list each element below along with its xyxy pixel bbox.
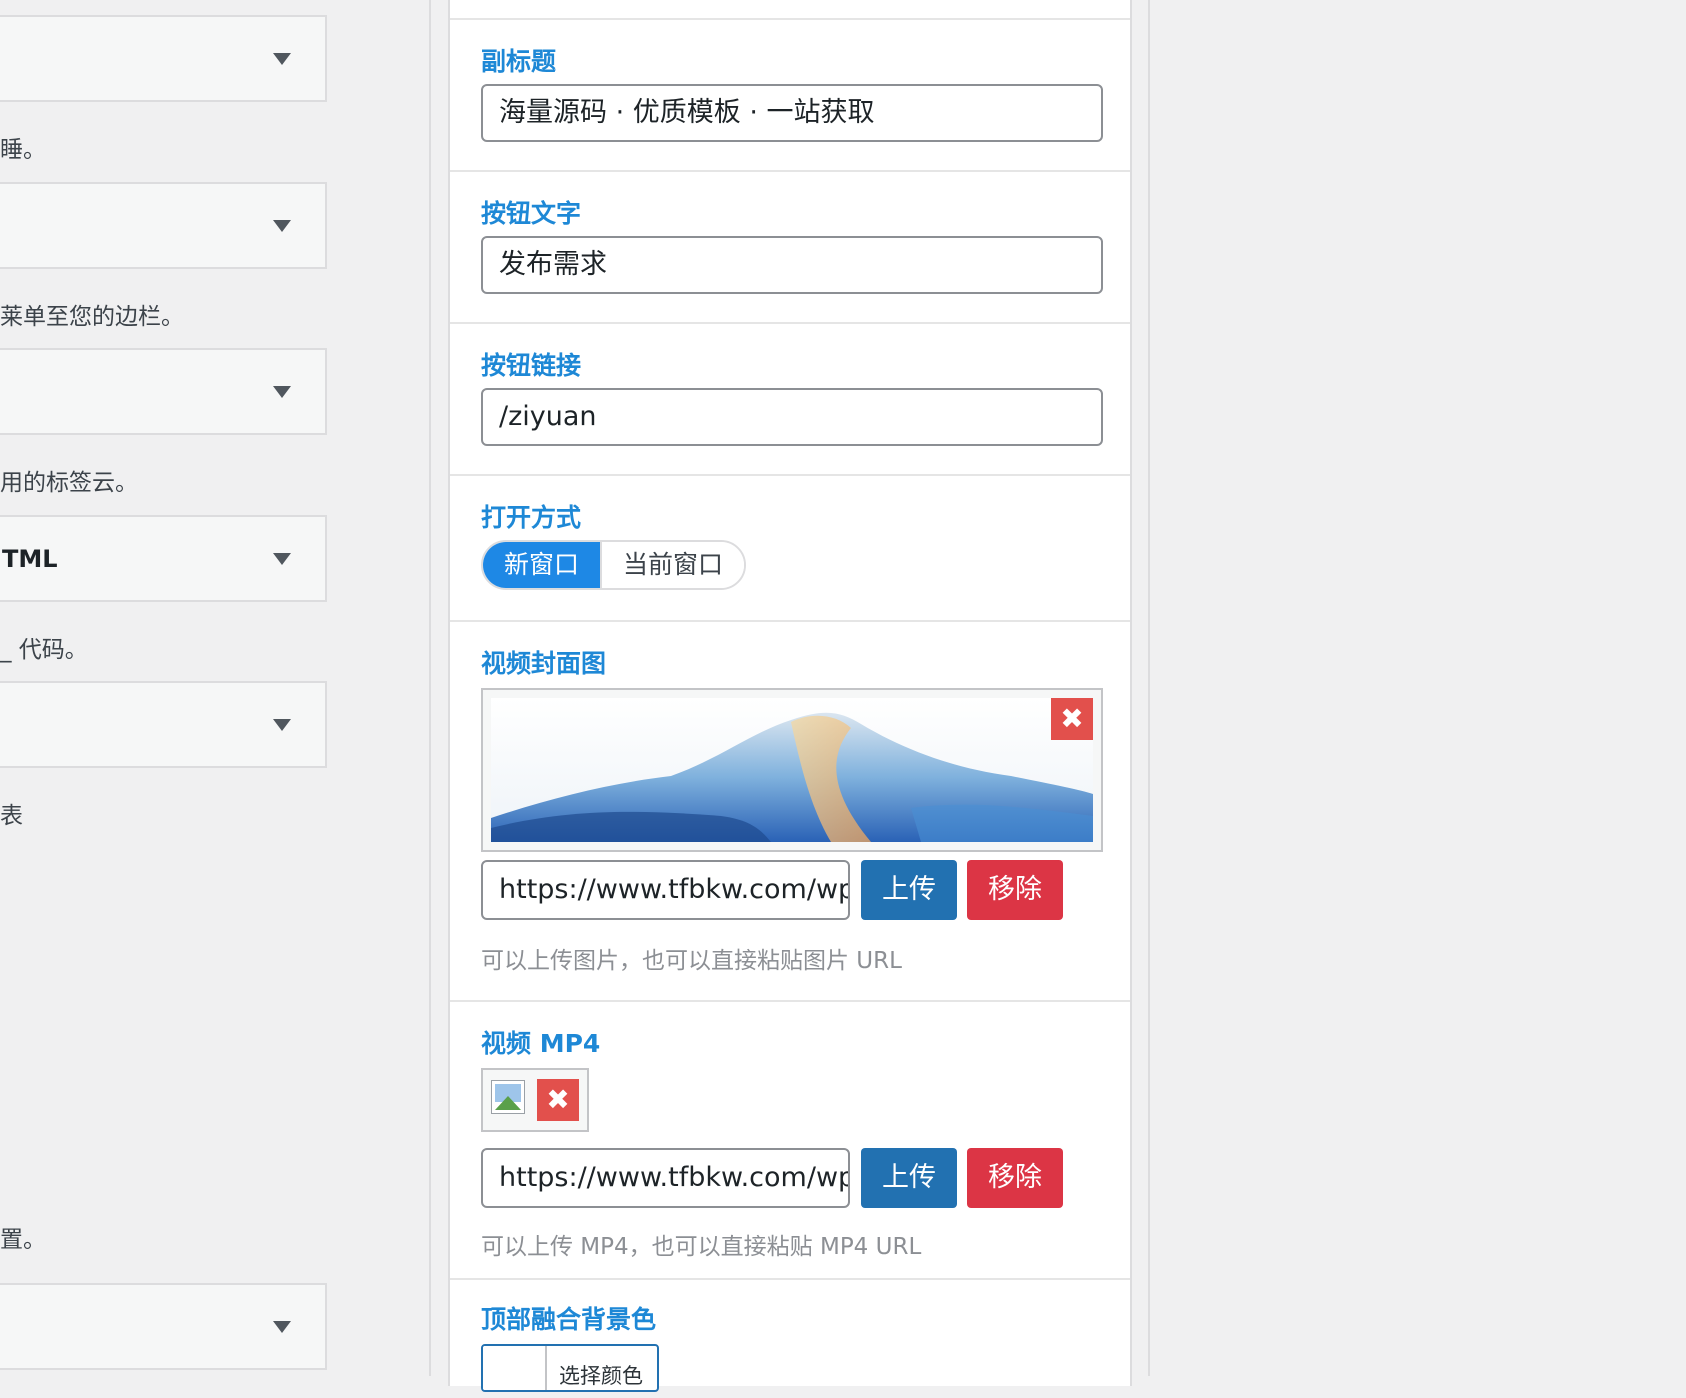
column-divider xyxy=(1148,0,1150,1376)
mountain-artwork xyxy=(491,698,1093,842)
widget-item[interactable] xyxy=(0,1283,327,1370)
field-label: 视频 MP4 xyxy=(481,1029,601,1058)
mp4-preview: ✖ xyxy=(481,1068,589,1132)
field-label: 视频封面图 xyxy=(481,649,607,678)
widget-description: 表 xyxy=(0,803,23,829)
cover-hint: 可以上传图片，也可以直接粘贴图片 URL xyxy=(481,948,902,974)
close-icon[interactable]: ✖ xyxy=(537,1079,579,1121)
field-video-cover: 视频封面图 ✖ https://www.tfbkw.com/wp 上传 移除 可… xyxy=(450,620,1130,1000)
widget-description: 置。 xyxy=(0,1227,46,1253)
field-label: 顶部融合背景色 xyxy=(481,1305,657,1334)
cover-image-preview: ✖ xyxy=(481,688,1103,852)
broken-image-hill xyxy=(495,1096,521,1110)
open-mode-toggle: 新窗口 当前窗口 xyxy=(481,540,747,590)
field-button-text: 按钮文字 发布需求 xyxy=(450,170,1130,322)
column-divider xyxy=(429,0,431,1376)
widget-title: TML xyxy=(2,545,58,573)
open-mode-new-window[interactable]: 新窗口 xyxy=(483,542,601,588)
cover-image xyxy=(491,698,1093,842)
triangle-down-icon[interactable] xyxy=(273,386,291,398)
field-label: 按钮文字 xyxy=(481,199,582,228)
triangle-down-icon[interactable] xyxy=(273,719,291,731)
mp4-hint: 可以上传 MP4，也可以直接粘贴 MP4 URL xyxy=(481,1234,922,1260)
triangle-down-icon[interactable] xyxy=(273,220,291,232)
mp4-url-input[interactable]: https://www.tfbkw.com/wp xyxy=(481,1148,850,1208)
settings-panel: 副标题 海量源码 · 优质模板 · 一站获取 按钮文字 发布需求 按钮链接 /z… xyxy=(448,0,1132,1392)
triangle-down-icon[interactable] xyxy=(273,53,291,65)
triangle-down-icon[interactable] xyxy=(273,553,291,565)
widget-description: 睡。 xyxy=(0,137,46,163)
field-label: 副标题 xyxy=(481,47,557,76)
cover-url-input[interactable]: https://www.tfbkw.com/wp xyxy=(481,860,850,920)
widget-item[interactable]: TML xyxy=(0,515,327,602)
cover-upload-button[interactable]: 上传 xyxy=(861,860,957,920)
field-subtitle: 副标题 海量源码 · 优质模板 · 一站获取 xyxy=(450,18,1130,170)
subtitle-input[interactable]: 海量源码 · 优质模板 · 一站获取 xyxy=(481,84,1103,142)
field-label: 按钮链接 xyxy=(481,351,582,380)
field-video-mp4: 视频 MP4 ✖ https://www.tfbkw.com/wp 上传 移除 … xyxy=(450,1000,1130,1278)
field-label: 打开方式 xyxy=(481,503,582,532)
field-top-bg-color: 顶部融合背景色 选择颜色 xyxy=(450,1278,1130,1398)
open-mode-current-window[interactable]: 当前窗口 xyxy=(600,542,745,588)
widget-item[interactable] xyxy=(0,681,327,768)
triangle-down-icon[interactable] xyxy=(273,1321,291,1333)
color-picker-label: 选择颜色 xyxy=(559,1364,643,1388)
widget-item[interactable] xyxy=(0,182,327,269)
widget-item[interactable] xyxy=(0,15,327,102)
close-icon[interactable]: ✖ xyxy=(1051,698,1093,740)
widget-item[interactable] xyxy=(0,348,327,435)
mp4-remove-button[interactable]: 移除 xyxy=(967,1148,1063,1208)
widget-list: 睡。 莱单至您的边栏。 用的标签云。 TML _ 代码。 表 置。 xyxy=(0,0,340,1376)
field-open-mode: 打开方式 新窗口 当前窗口 xyxy=(450,474,1130,620)
color-picker-button[interactable]: 选择颜色 xyxy=(481,1344,659,1392)
button-link-input[interactable]: /ziyuan xyxy=(481,388,1103,446)
color-swatch[interactable] xyxy=(483,1346,547,1390)
field-button-link: 按钮链接 /ziyuan xyxy=(450,322,1130,474)
widget-description: 莱单至您的边栏。 xyxy=(0,304,184,330)
widget-description: _ 代码。 xyxy=(0,637,88,663)
button-text-input[interactable]: 发布需求 xyxy=(481,236,1103,294)
cover-remove-button[interactable]: 移除 xyxy=(967,860,1063,920)
mp4-upload-button[interactable]: 上传 xyxy=(861,1148,957,1208)
broken-image-icon xyxy=(491,1080,525,1114)
widget-description: 用的标签云。 xyxy=(0,470,138,496)
